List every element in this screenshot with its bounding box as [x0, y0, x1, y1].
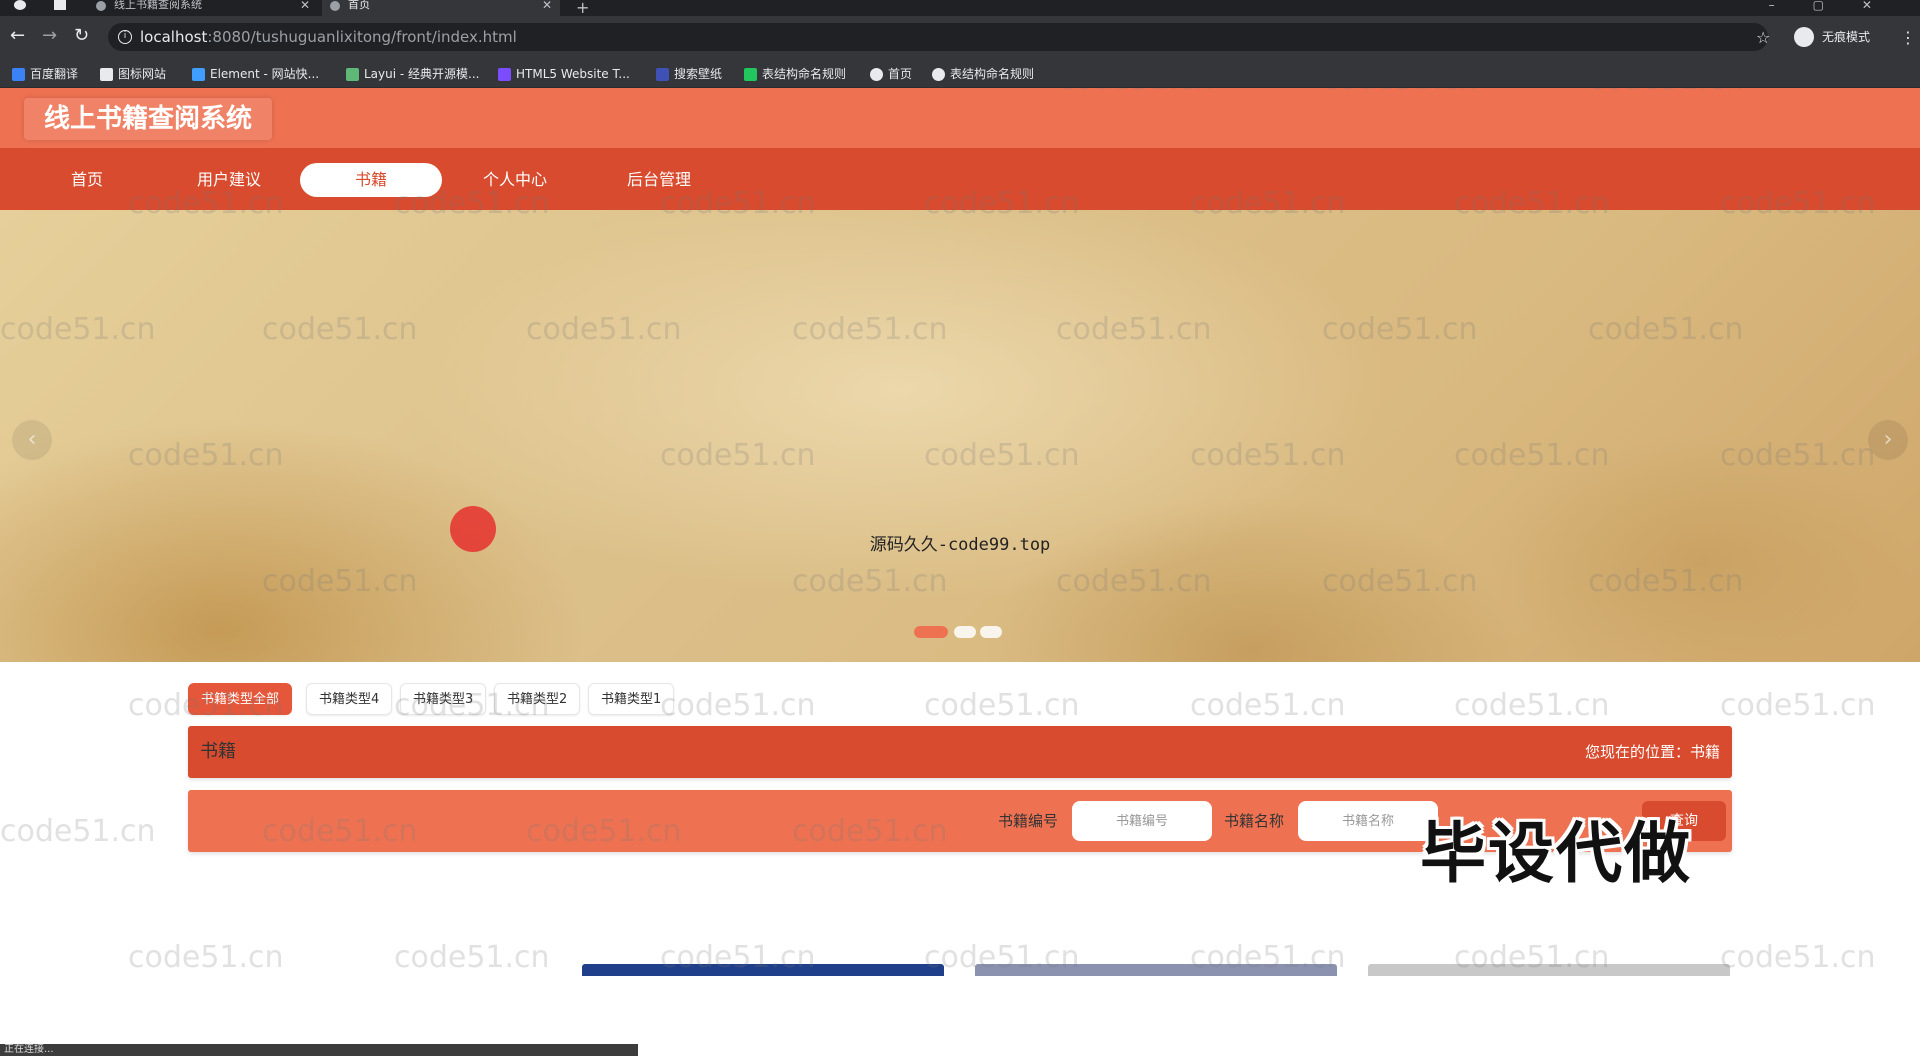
bookmark-label: 表结构命名规则	[762, 67, 847, 81]
carousel-dot[interactable]	[954, 626, 976, 638]
banner-caption: 源码久久-code99.top	[869, 535, 1051, 555]
browser-tab-strip: 线上书籍查阅系统 ✕ 首页 ✕ + –▢✕	[0, 0, 1920, 17]
type-tab-all[interactable]: 书籍类型全部	[188, 683, 293, 715]
bookmark-label: 搜索壁纸	[674, 67, 723, 81]
globe-icon	[330, 1, 340, 11]
book-card[interactable]	[975, 964, 1337, 976]
browser-app-icon	[14, 0, 26, 10]
forward-arrow-icon[interactable]: →	[42, 26, 57, 46]
nav-item-admin[interactable]: 后台管理	[588, 163, 730, 197]
book-code-input[interactable]	[1072, 801, 1212, 841]
bookmark-icon	[346, 68, 359, 81]
promo-overlay-text: 毕设代做	[1420, 815, 1692, 892]
browser-status-bar: 正在连接...	[0, 1044, 638, 1056]
browser-tab-1[interactable]: 线上书籍查阅系统 ✕	[88, 0, 318, 16]
browser-tab-title: 线上书籍查阅系统	[114, 0, 202, 11]
nav-item-suggestions[interactable]: 用户建议	[158, 163, 300, 197]
watermark: code51.cn	[128, 940, 284, 975]
bookmark-icon	[192, 68, 205, 81]
carousel-prev-icon[interactable]: ‹	[12, 420, 52, 460]
window-icon	[54, 0, 66, 10]
bookmark-icon	[932, 68, 945, 81]
watermark: code51.cn	[0, 814, 156, 849]
watermark: code51.cn	[660, 688, 816, 723]
book-code-label: 书籍编号	[998, 812, 1059, 830]
vue-icon	[96, 1, 106, 11]
nav-item-books[interactable]: 书籍	[300, 163, 442, 197]
window-controls[interactable]: –▢✕	[1769, 0, 1910, 12]
bookmark-icon	[12, 68, 25, 81]
bookmark-icon	[498, 68, 511, 81]
url-input[interactable]: i localhost:8080/tushuguanlixitong/front…	[108, 23, 1768, 51]
carousel-dot[interactable]	[980, 626, 1002, 638]
bookmark-item[interactable]: Layui - 经典开源模...	[344, 60, 479, 88]
book-name-label: 书籍名称	[1224, 812, 1285, 830]
incognito-icon	[1794, 27, 1814, 47]
url-path: :8080/tushuguanlixitong/front/index.html	[207, 28, 517, 46]
nav-item-profile[interactable]: 个人中心	[444, 163, 586, 197]
type-tab-4[interactable]: 书籍类型4	[306, 683, 393, 715]
bookmark-item[interactable]: 百度翻译	[10, 60, 78, 88]
carousel-next-icon[interactable]: ›	[1868, 420, 1908, 460]
bookmark-icon	[870, 68, 883, 81]
bookmark-item[interactable]: Element - 网站快...	[190, 60, 319, 88]
bookmark-item[interactable]: 图标网站	[98, 60, 166, 88]
bookmark-icon	[744, 68, 757, 81]
book-name-input[interactable]	[1298, 801, 1438, 841]
watermark: code51.cn	[1454, 688, 1610, 723]
info-icon[interactable]: i	[118, 30, 132, 44]
bookmark-item[interactable]: 首页	[868, 60, 912, 88]
url-host: localhost	[140, 28, 208, 46]
type-tab-3[interactable]: 书籍类型3	[400, 683, 487, 715]
bookmark-star-icon[interactable]: ☆	[1756, 28, 1770, 47]
type-tab-1[interactable]: 书籍类型1	[588, 683, 675, 715]
reload-icon[interactable]: ↻	[74, 26, 89, 46]
browser-tab-title: 首页	[348, 0, 370, 11]
bookmark-icon	[656, 68, 669, 81]
site-title[interactable]: 线上书籍查阅系统	[24, 98, 273, 140]
bookmark-label: HTML5 Website T...	[516, 67, 630, 81]
more-menu-icon[interactable]: ⋮	[1900, 28, 1916, 47]
bookmark-label: Element - 网站快...	[210, 67, 320, 81]
bookmark-item[interactable]: 表结构命名规则	[742, 60, 846, 88]
bookmark-label: 百度翻译	[30, 67, 79, 81]
watermark: code51.cn	[1190, 688, 1346, 723]
watermark: code51.cn	[924, 688, 1080, 723]
close-icon[interactable]: ✕	[300, 0, 310, 11]
bookmarks-bar: 百度翻译 图标网站 Element - 网站快... Layui - 经典开源模…	[0, 60, 1920, 88]
address-bar: ← → ↻ i localhost:8080/tushuguanlixitong…	[0, 16, 1920, 60]
site-header: 线上书籍查阅系统	[0, 88, 1920, 148]
bookmark-item[interactable]: 表结构命名规则	[930, 60, 1034, 88]
page-content: 线上书籍查阅系统 首页 用户建议 书籍 个人中心 后台管理 ‹ › 源码久久-c…	[0, 88, 1920, 1056]
book-card[interactable]	[582, 964, 944, 976]
watermark: code51.cn	[394, 940, 550, 975]
bookmark-item[interactable]: HTML5 Website T...	[496, 60, 630, 88]
bookmark-label: Layui - 经典开源模...	[364, 67, 480, 81]
bookmark-icon	[100, 68, 113, 81]
bookmark-label: 图标网站	[118, 67, 167, 81]
bookmark-item[interactable]: 搜索壁纸	[654, 60, 722, 88]
section-title: 书籍	[200, 741, 236, 762]
incognito-indicator[interactable]: 无痕模式	[1794, 26, 1870, 48]
book-card[interactable]	[1368, 964, 1730, 976]
new-tab-icon[interactable]: +	[576, 0, 589, 17]
banner-carousel[interactable]: ‹ › 源码久久-code99.top	[0, 210, 1920, 662]
nav-item-home[interactable]: 首页	[16, 163, 158, 197]
close-icon[interactable]: ✕	[542, 0, 552, 11]
bookmark-label: 表结构命名规则	[950, 67, 1035, 81]
type-tab-2[interactable]: 书籍类型2	[494, 683, 581, 715]
incognito-label: 无痕模式	[1822, 30, 1871, 44]
breadcrumb: 您现在的位置：书籍	[1584, 743, 1720, 761]
watermark: code51.cn	[1720, 688, 1876, 723]
browser-tab-2[interactable]: 首页 ✕	[322, 0, 560, 16]
main-nav: 首页 用户建议 书籍 个人中心 后台管理	[0, 148, 1920, 210]
bookmark-label: 首页	[888, 67, 913, 81]
section-header: 书籍 您现在的位置：书籍	[188, 726, 1732, 778]
carousel-dot[interactable]	[914, 626, 948, 638]
watermark: code51.cn	[1720, 940, 1876, 975]
back-arrow-icon[interactable]: ←	[10, 26, 25, 46]
